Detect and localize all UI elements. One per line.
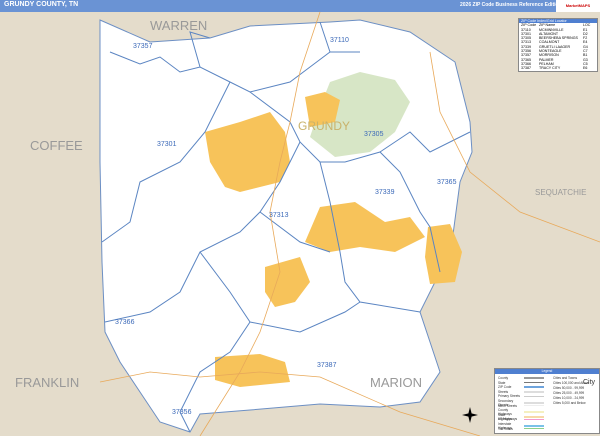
legend-title: Legend: [495, 369, 599, 374]
publisher-logo: MarketMAPS: [556, 0, 600, 12]
zip-index-table: ZIP Code Index/Grid Locator ZIP Code ZIP …: [518, 18, 598, 72]
legend-pop-item: Cities 50,000 - 99,999: [553, 386, 584, 390]
legend-label: US Highways: [498, 417, 518, 422]
zip-label: 37356: [172, 409, 192, 416]
legend-swatch: [524, 386, 544, 388]
legend-label: Cities 50,000 - 99,999: [553, 386, 585, 390]
legend-pop-item: Cities 10,000 - 24,999: [553, 396, 584, 400]
legend-label: Cities and Towns: [553, 376, 578, 380]
zip-label: 37305: [364, 131, 384, 138]
label-sequatchie: SEQUATCHIE: [535, 188, 586, 197]
legend-swatch: [524, 381, 544, 384]
index-cell: 37387: [521, 66, 531, 71]
zip-label: 37110: [330, 37, 349, 44]
zip-label: 37313: [269, 212, 289, 219]
zip-label: 37387: [317, 362, 337, 369]
legend-swatch: [524, 377, 544, 379]
zip-label: 37301: [157, 141, 177, 148]
zip-label: 37339: [375, 189, 395, 196]
map-title: GRUNDY COUNTY, TN: [4, 1, 79, 8]
label-franklin: FRANKLIN: [15, 375, 79, 390]
legend-item: Streets: [498, 390, 544, 394]
legend-label: Cities 10,000 - 24,999: [553, 396, 585, 400]
legend-swatch: [524, 395, 544, 398]
legend-item: State: [498, 381, 544, 385]
index-cell: E6: [583, 66, 588, 71]
legend-pop-item: Cities 5,000 and Below: [553, 401, 586, 405]
legend-label: County: [498, 376, 509, 380]
legend-swatch: [524, 427, 544, 430]
legend-label: Streets: [498, 389, 509, 394]
city-sample: City: [583, 379, 596, 386]
index-cell: TRACY CITY: [539, 66, 561, 71]
legend-label: ZIP Code: [498, 385, 512, 390]
legend-item: County: [498, 376, 544, 380]
legend-label: Primary Streets: [498, 394, 520, 399]
legend-swatch: [524, 418, 544, 421]
label-grundy: GRUNDY: [298, 119, 350, 133]
label-warren: WARREN: [150, 18, 207, 33]
legend-pop-item: Cities 25,000 - 49,999: [553, 391, 584, 395]
label-coffee: COFFEE: [30, 138, 83, 153]
legend-swatch: [524, 404, 544, 407]
legend-label: State: [498, 380, 506, 385]
legend-item: Minor Streets: [498, 404, 544, 408]
legend-item: Toll Roads: [498, 427, 544, 431]
legend-label: Cities 25,000 - 49,999: [553, 391, 585, 395]
legend-item: US Highways: [498, 417, 544, 421]
legend-label: Minor Streets: [498, 403, 517, 408]
legend-item: Primary Streets: [498, 394, 544, 398]
legend-label: Cities 5,000 and Below: [553, 401, 586, 405]
legend-label: Toll Roads: [498, 426, 513, 431]
header-bar: GRUNDY COUNTY, TN 2026 ZIP Code Business…: [0, 0, 600, 12]
legend-swatch: [524, 391, 544, 393]
legend-pop-item: Cities and Towns: [553, 376, 577, 380]
map-legend: Legend County State ZIP Code Streets Primary…: [494, 368, 600, 434]
legend-item: ZIP Code: [498, 385, 544, 389]
index-row: 37387 TRACY CITY E6: [519, 66, 597, 70]
zip-label: 37366: [115, 319, 135, 326]
label-marion: MARION: [370, 375, 422, 390]
zip-label: 37357: [133, 43, 153, 50]
edition-label: 2026 ZIP Code Business Reference Edition: [460, 2, 562, 8]
zip-label: 37365: [437, 179, 457, 186]
